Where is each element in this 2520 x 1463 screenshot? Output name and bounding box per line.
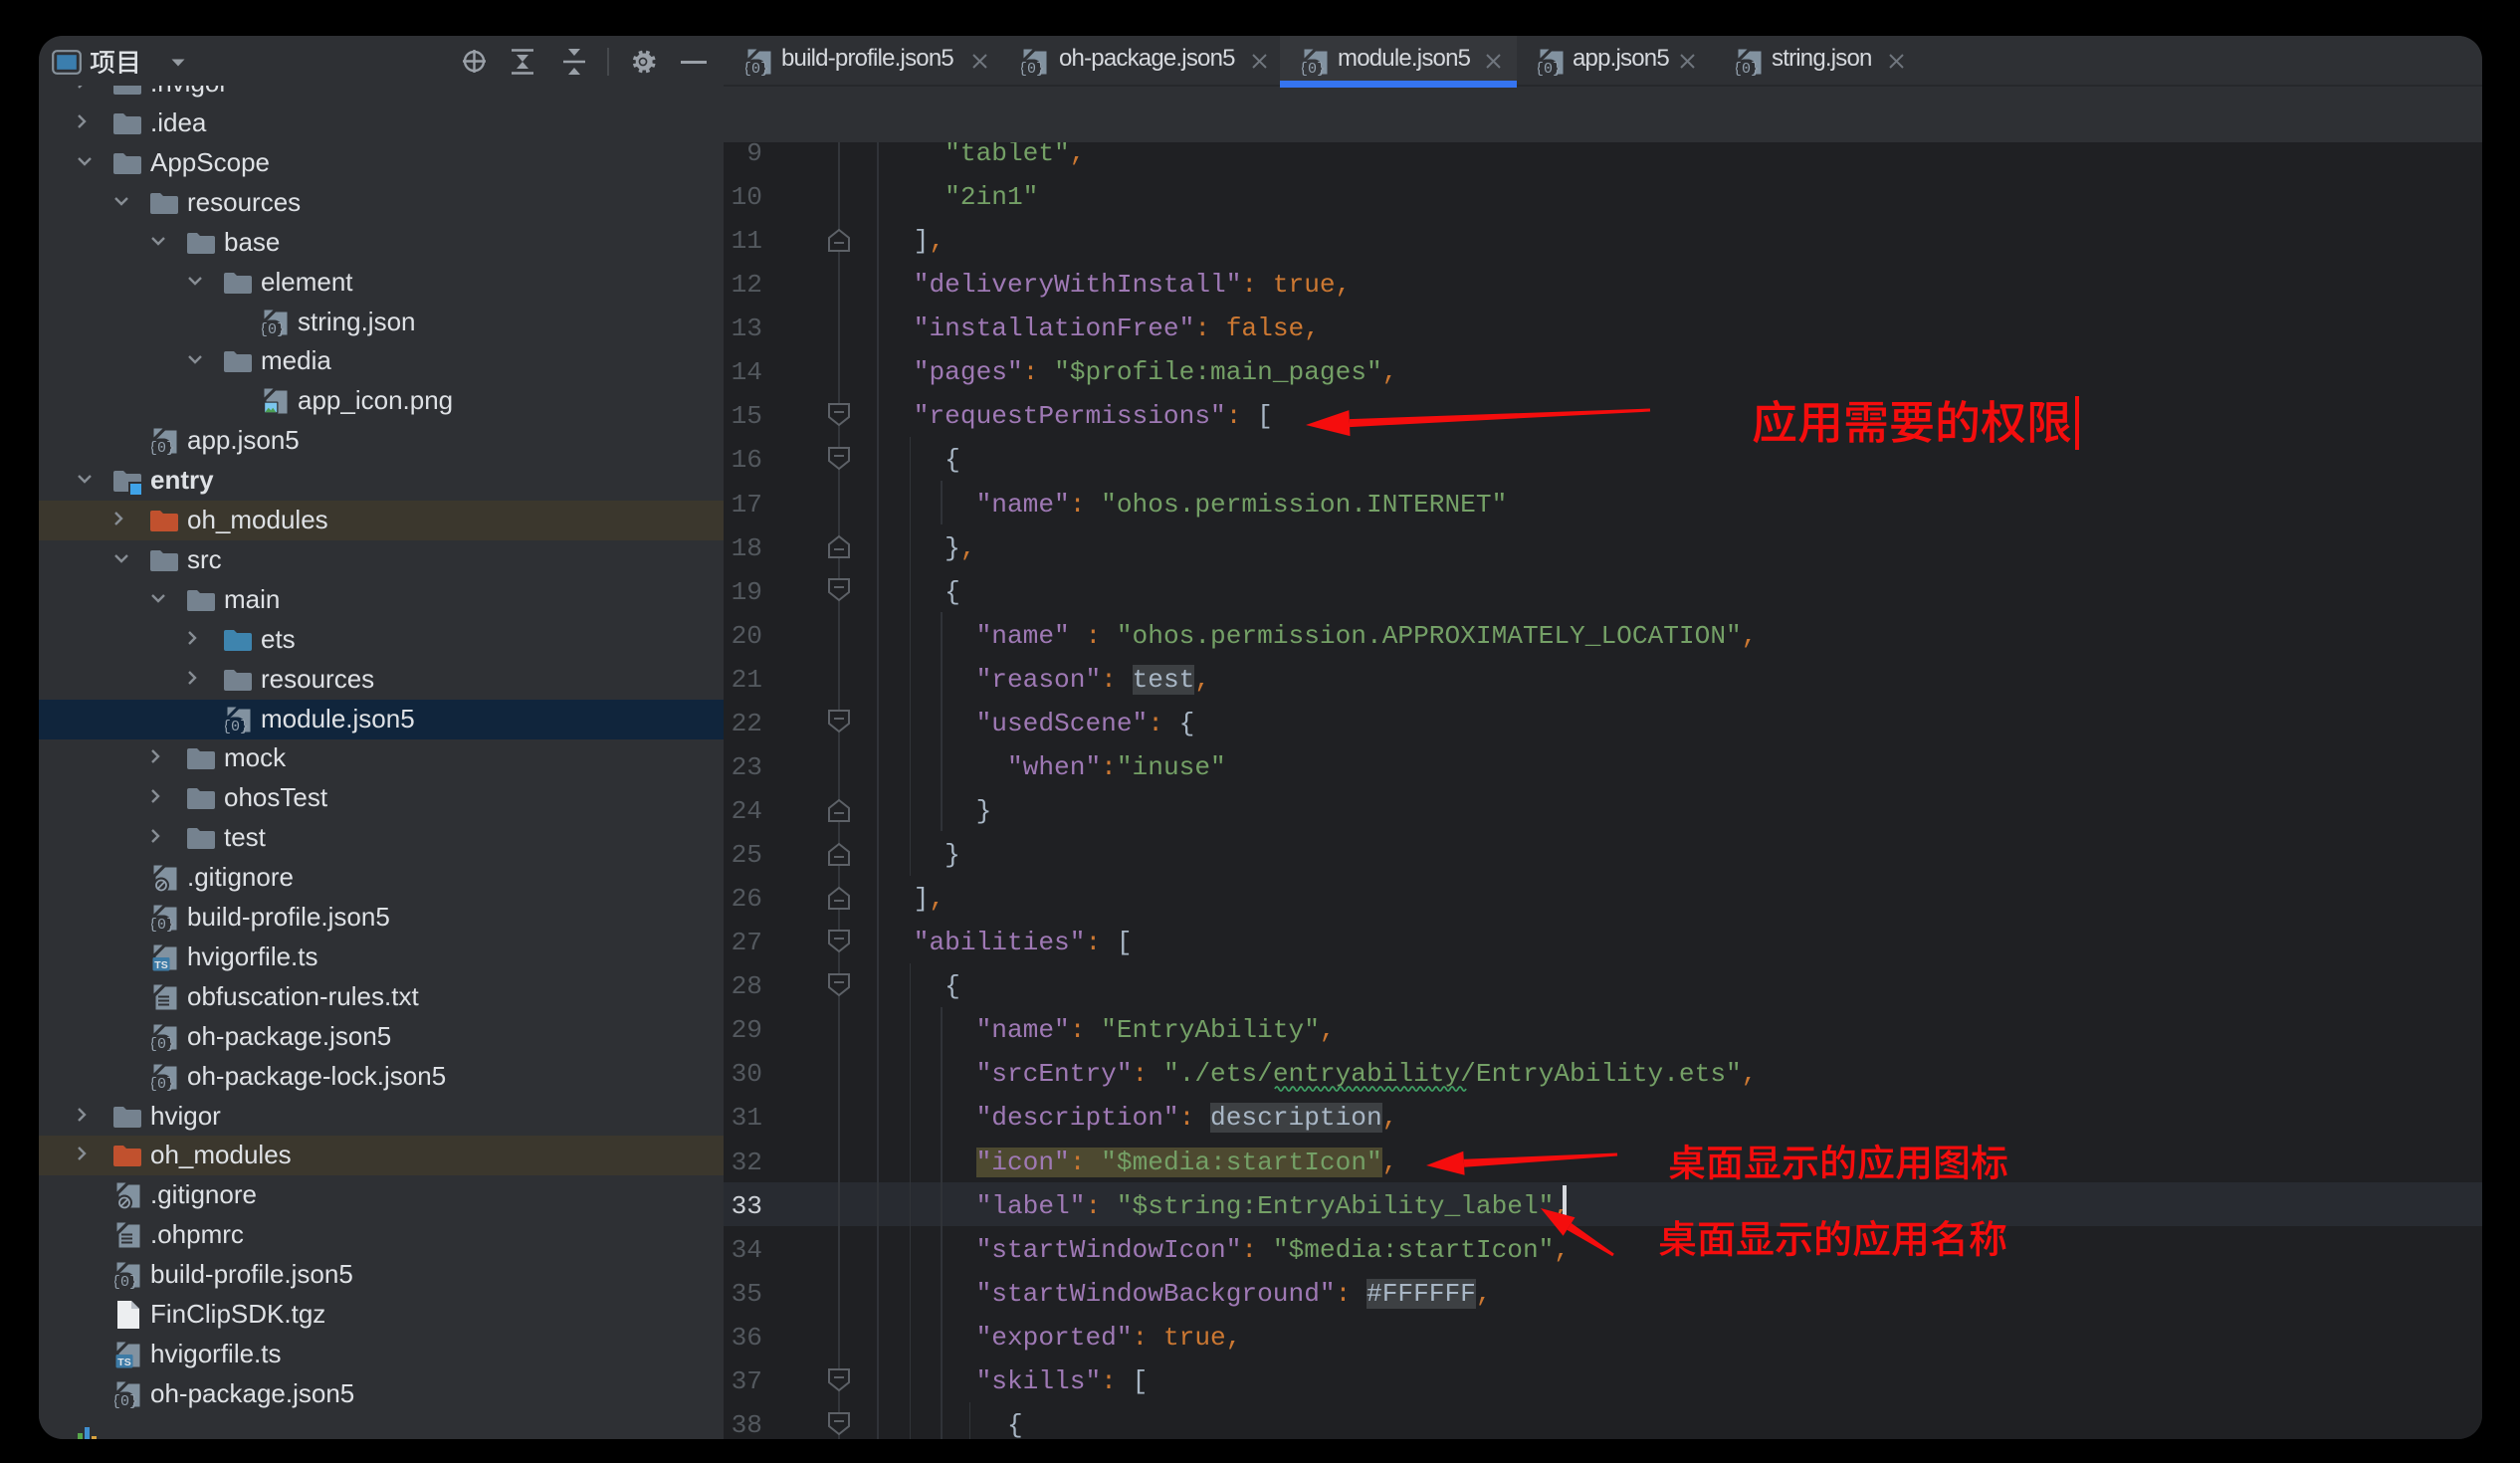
svg-text:{0}: {0}	[262, 321, 286, 337]
svg-text:{0}: {0}	[1736, 61, 1760, 77]
svg-text:{0}: {0}	[1538, 61, 1562, 77]
svg-text:{0}: {0}	[114, 1393, 138, 1409]
svg-text:{0}: {0}	[225, 719, 249, 734]
svg-text:{0}: {0}	[151, 1076, 175, 1092]
svg-text:{0}: {0}	[151, 440, 175, 456]
svg-text:TS: TS	[117, 1357, 130, 1368]
svg-text:{0}: {0}	[151, 1036, 175, 1052]
svg-text:{0}: {0}	[1021, 61, 1045, 77]
svg-text:{0}: {0}	[745, 61, 769, 77]
svg-text:{0}: {0}	[114, 1274, 138, 1290]
svg-text:TS: TS	[154, 959, 167, 971]
svg-text:{0}: {0}	[151, 917, 175, 933]
svg-text:{0}: {0}	[1302, 61, 1326, 77]
